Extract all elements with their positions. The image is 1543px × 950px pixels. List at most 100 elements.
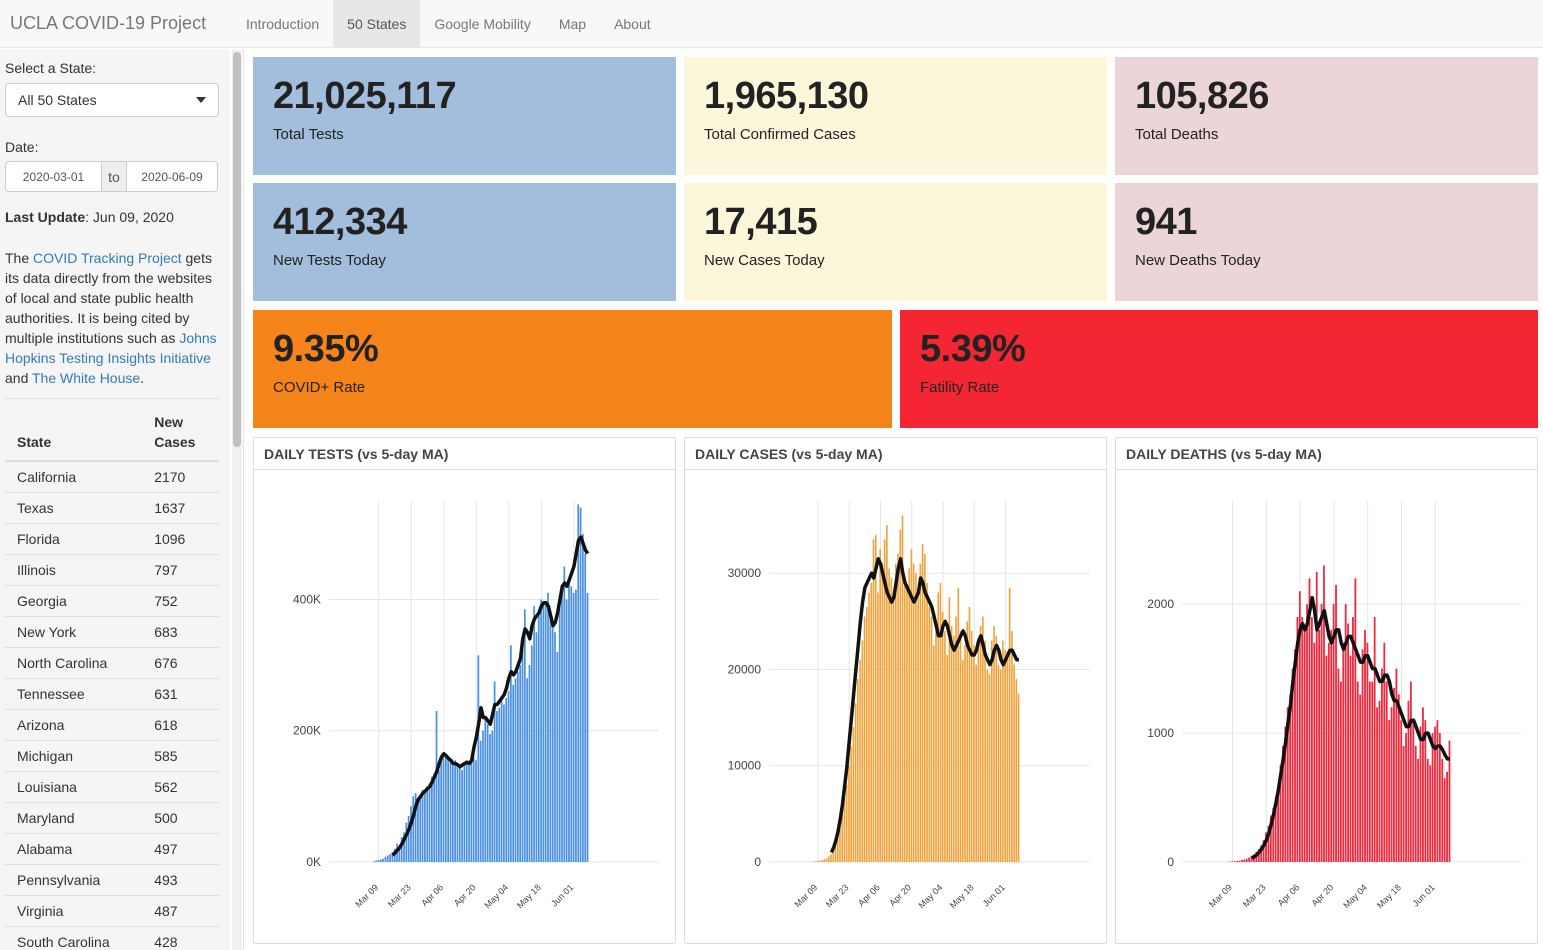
bar [442,756,445,862]
bar [1419,726,1422,862]
bar [561,586,563,862]
bar [535,632,538,862]
date-from-input[interactable]: 2020-03-01 [5,161,102,192]
bar [917,587,919,862]
tab-map[interactable]: Map [545,0,600,47]
bar [498,707,501,862]
table-row[interactable]: Alabama 497 [5,833,219,865]
bar [1327,642,1330,862]
daily-tests-chart[interactable]: 0K 200K 400K Mar 09 Mar 23 Apr 06 Apr 20 May 04… [254,471,675,943]
col-header-new-cases[interactable]: New Cases [142,412,219,462]
table-row[interactable]: South Carolina 428 [5,926,219,950]
table-row[interactable]: North Carolina 676 [5,647,219,679]
total-tests-label: Total Tests [273,126,344,143]
state-name: New York [5,616,143,648]
bar [379,859,382,862]
table-row[interactable]: Michigan 585 [5,740,219,772]
bar [997,664,1000,862]
y-tick-label: 0K [306,855,321,869]
bar [554,632,556,862]
table-row[interactable]: California 2170 [5,461,219,493]
tab-introduction[interactable]: Introduction [232,0,333,47]
x-tick-label: Mar 09 [353,882,380,909]
bar [547,592,549,862]
bar [384,856,387,862]
bar [939,582,942,862]
bar [1243,859,1246,862]
sidebar-scrollbar[interactable] [232,50,242,950]
bar [577,504,580,862]
bar [1325,655,1328,862]
bar [1310,617,1313,862]
table-row[interactable]: Tennessee 631 [5,678,219,710]
tab-about[interactable]: About [600,0,665,47]
brand-title[interactable]: UCLA COVID-19 Project [0,0,232,47]
daily-deaths-panel: DAILY DEATHS (vs 5-day MA) 0 1000 2000 Mar … [1115,437,1538,944]
table-row[interactable]: Virginia 487 [5,895,219,927]
scrollbar-thumb[interactable] [233,52,241,447]
table-row[interactable]: Louisiana 562 [5,771,219,803]
bar [957,587,960,862]
bar [1313,642,1316,862]
daily-deaths-chart[interactable]: 0 1000 2000 Mar 09 Mar 23 Apr 06 Apr 20 May 04 M… [1116,471,1537,943]
bar [556,651,559,862]
table-row[interactable]: Maryland 500 [5,802,219,834]
bar [857,679,859,862]
x-tick-label: Jun 01 [1411,882,1437,908]
bar [995,635,998,862]
bar [1248,857,1251,862]
bar [454,760,456,862]
col-header-state[interactable]: State [5,412,143,462]
bar [479,740,482,862]
bar [1361,649,1364,862]
table-row[interactable]: Pennsylvania 493 [5,864,219,896]
new-tests-label: New Tests Today [273,252,386,269]
table-row[interactable]: Illinois 797 [5,554,219,586]
x-tick-label: Jun 01 [549,882,575,908]
table-row[interactable]: Georgia 752 [5,585,219,617]
table-row[interactable]: New York 683 [5,616,219,648]
col-header-line: Cases [154,434,196,450]
bar [1337,668,1340,862]
bar [899,529,902,862]
bar [946,655,948,862]
date-separator: to [102,161,126,192]
bar [1002,640,1004,862]
x-tick-label: Mar 09 [793,882,820,909]
bar [941,611,944,862]
daily-cases-chart[interactable]: 0 10000 20000 30000 Mar 09 Mar 23 Apr 06 Apr 20… [685,471,1106,943]
bar [892,597,895,862]
table-row[interactable]: Arizona 618 [5,709,219,741]
bar [1301,617,1304,862]
bar [1438,733,1441,862]
tab-50-states[interactable]: 50 States [333,0,421,47]
bar [1409,681,1412,862]
bar [521,638,524,862]
state-select[interactable]: All 50 States [5,83,219,117]
date-to-input[interactable]: 2020-06-09 [126,161,218,192]
new-deaths-box: 941 New Deaths Today [1115,183,1538,301]
bar [1330,629,1333,862]
bar [988,674,991,862]
bar [1303,629,1306,862]
bar [1371,681,1374,862]
bar [973,645,975,862]
x-tick-label: Apr 06 [419,882,445,908]
bar [993,626,995,862]
table-row[interactable]: Florida 1096 [5,523,219,555]
tab-google-mobility[interactable]: Google Mobility [420,0,545,47]
total-deaths-value: 105,826 [1135,75,1269,117]
bar [1306,604,1308,862]
bar [990,640,993,862]
covid-tracking-link[interactable]: COVID Tracking Project [33,250,182,266]
bar [977,640,980,862]
bar [386,855,389,862]
white-house-link[interactable]: The White House [32,370,140,386]
bar [440,760,443,862]
bar [482,730,484,862]
fatality-rate-box: 5.39% Fatility Rate [900,310,1538,428]
bar [1349,655,1352,862]
table-row[interactable]: Texas 1637 [5,492,219,524]
bar [405,822,408,862]
bar [444,753,447,862]
